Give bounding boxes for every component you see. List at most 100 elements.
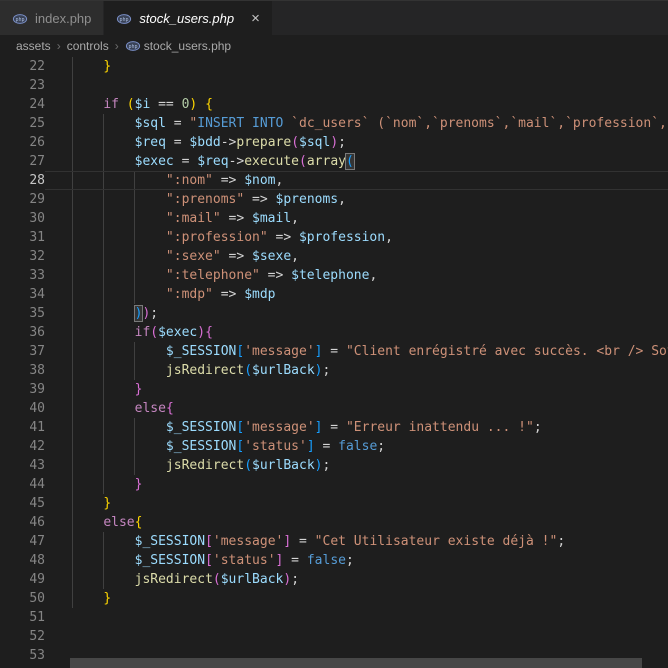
scrollbar-thumb[interactable]	[70, 658, 642, 668]
line-number: 46	[29, 515, 45, 530]
tab-index-php[interactable]: php index.php	[0, 1, 105, 36]
code-line[interactable]: 47 $_SESSION['message'] = "Cet Utilisate…	[0, 532, 668, 551]
code-line[interactable]: 23	[0, 76, 668, 95]
code-line[interactable]: 39 }	[0, 380, 668, 399]
line-number: 41	[29, 420, 45, 435]
line-number: 34	[29, 287, 45, 302]
code-line[interactable]: 24 if ($i == 0) {	[0, 95, 668, 114]
code-line-text: ":profession" => $profession,	[165, 230, 393, 245]
code-line[interactable]: 30 ":mail" => $mail,	[0, 209, 668, 228]
line-number: 49	[29, 572, 45, 587]
editor-tab-bar: php index.php php stock_users.php ×	[0, 0, 668, 36]
code-line-text: ":nom" => $nom,	[45, 171, 668, 190]
code-line-text: else{	[134, 401, 174, 416]
code-line-text: ":sexe" => $sexe,	[165, 249, 299, 264]
code-line[interactable]: 43 jsRedirect($urlBack);	[0, 456, 668, 475]
code-line[interactable]: 51	[0, 608, 668, 627]
svg-text:php: php	[15, 17, 24, 23]
line-number: 24	[29, 97, 45, 112]
chevron-right-icon: ›	[56, 39, 61, 53]
code-line[interactable]: 37 $_SESSION['message'] = "Client enrégi…	[0, 342, 668, 361]
code-line[interactable]: 35 ));	[0, 304, 668, 323]
breadcrumb: assets › controls › php stock_users.php	[0, 35, 668, 57]
line-number: 26	[29, 135, 45, 150]
code-line-text: $sql = "INSERT INTO `dc_users` (`nom`,`p…	[134, 116, 668, 131]
line-number: 32	[29, 249, 45, 264]
line-number: 43	[29, 458, 45, 473]
code-line-text: $_SESSION['status'] = false;	[165, 439, 386, 454]
code-line[interactable]: 29 ":prenoms" => $prenoms,	[0, 190, 668, 209]
php-file-icon: php	[117, 13, 132, 24]
line-number: 44	[29, 477, 45, 492]
code-line-text: }	[134, 382, 143, 397]
line-number: 36	[29, 325, 45, 340]
code-line[interactable]: 46 else{	[0, 513, 668, 532]
code-line-text: $_SESSION['message'] = "Cet Utilisateur …	[134, 534, 566, 549]
code-line[interactable]: 22 }	[0, 57, 668, 76]
vscode-window: php index.php php stock_users.php × asse…	[0, 0, 668, 668]
code-line[interactable]: 48 $_SESSION['status'] = false;	[0, 551, 668, 570]
code-line[interactable]: 33 ":telephone" => $telephone,	[0, 266, 668, 285]
line-number: 30	[29, 211, 45, 226]
code-line-text: $_SESSION['message'] = "Erreur inattendu…	[165, 420, 542, 435]
line-number: 47	[29, 534, 45, 549]
code-line[interactable]: 28 ":nom" => $nom,	[0, 171, 668, 190]
tab-label: stock_users.php	[139, 11, 235, 26]
code-line[interactable]: 38 jsRedirect($urlBack);	[0, 361, 668, 380]
breadcrumb-item-file[interactable]: php stock_users.php	[125, 39, 231, 53]
horizontal-scrollbar	[0, 658, 668, 668]
code-line-text: $exec = $req->execute(array(	[134, 153, 355, 170]
breadcrumb-item-assets[interactable]: assets	[16, 39, 51, 53]
code-line[interactable]: 32 ":sexe" => $sexe,	[0, 247, 668, 266]
code-line-text: }	[103, 591, 112, 606]
code-line[interactable]: 45 }	[0, 494, 668, 513]
line-number: 29	[29, 192, 45, 207]
line-number: 22	[29, 59, 45, 74]
code-line[interactable]: 52	[0, 627, 668, 646]
line-number: 52	[29, 629, 45, 644]
code-line-text: $_SESSION['status'] = false;	[134, 553, 354, 568]
code-line-text: ":prenoms" => $prenoms,	[165, 192, 346, 207]
breadcrumb-item-controls[interactable]: controls	[67, 39, 109, 53]
code-line[interactable]: 25 $sql = "INSERT INTO `dc_users` (`nom`…	[0, 114, 668, 133]
line-number: 27	[29, 154, 45, 169]
code-line-text: if ($i == 0) {	[103, 97, 213, 112]
code-line-text: if($exec){	[134, 325, 213, 340]
line-number: 48	[29, 553, 45, 568]
code-line[interactable]: 27 $exec = $req->execute(array(	[0, 152, 668, 171]
line-number: 45	[29, 496, 45, 511]
line-number: 25	[29, 116, 45, 131]
line-number: 33	[29, 268, 45, 283]
code-line[interactable]: 50 }	[0, 589, 668, 608]
code-line[interactable]: 49 jsRedirect($urlBack);	[0, 570, 668, 589]
code-line[interactable]: 26 $req = $bdd->prepare($sql);	[0, 133, 668, 152]
code-line-text: ":telephone" => $telephone,	[165, 268, 378, 283]
line-number: 23	[29, 78, 45, 93]
php-file-icon: php	[125, 41, 140, 51]
code-line-text: else{	[103, 515, 143, 530]
svg-text:php: php	[120, 17, 129, 23]
line-number: 31	[29, 230, 45, 245]
line-number: 39	[29, 382, 45, 397]
code-line-text: }	[103, 59, 112, 74]
line-number: 37	[29, 344, 45, 359]
php-file-icon: php	[12, 13, 28, 24]
code-line[interactable]: 36 if($exec){	[0, 323, 668, 342]
code-line[interactable]: 34 ":mdp" => $mdp	[0, 285, 668, 304]
code-line[interactable]: 42 $_SESSION['status'] = false;	[0, 437, 668, 456]
line-number: 28	[29, 173, 45, 188]
code-editor[interactable]: 22 } 23 24 if ($i == 0) {25 $sql = "INSERT…	[0, 57, 668, 668]
code-line[interactable]: 31 ":profession" => $profession,	[0, 228, 668, 247]
code-line-text: }	[103, 496, 112, 511]
svg-text:php: php	[128, 44, 137, 50]
code-line[interactable]: 40 else{	[0, 399, 668, 418]
close-tab-icon[interactable]: ×	[251, 11, 260, 26]
code-line[interactable]: 41 $_SESSION['message'] = "Erreur inatte…	[0, 418, 668, 437]
line-number: 40	[29, 401, 45, 416]
line-number: 51	[29, 610, 45, 625]
code-line[interactable]: 44 }	[0, 475, 668, 494]
code-line-text: jsRedirect($urlBack);	[165, 363, 331, 378]
tab-stock-users-php[interactable]: php stock_users.php ×	[104, 1, 272, 36]
